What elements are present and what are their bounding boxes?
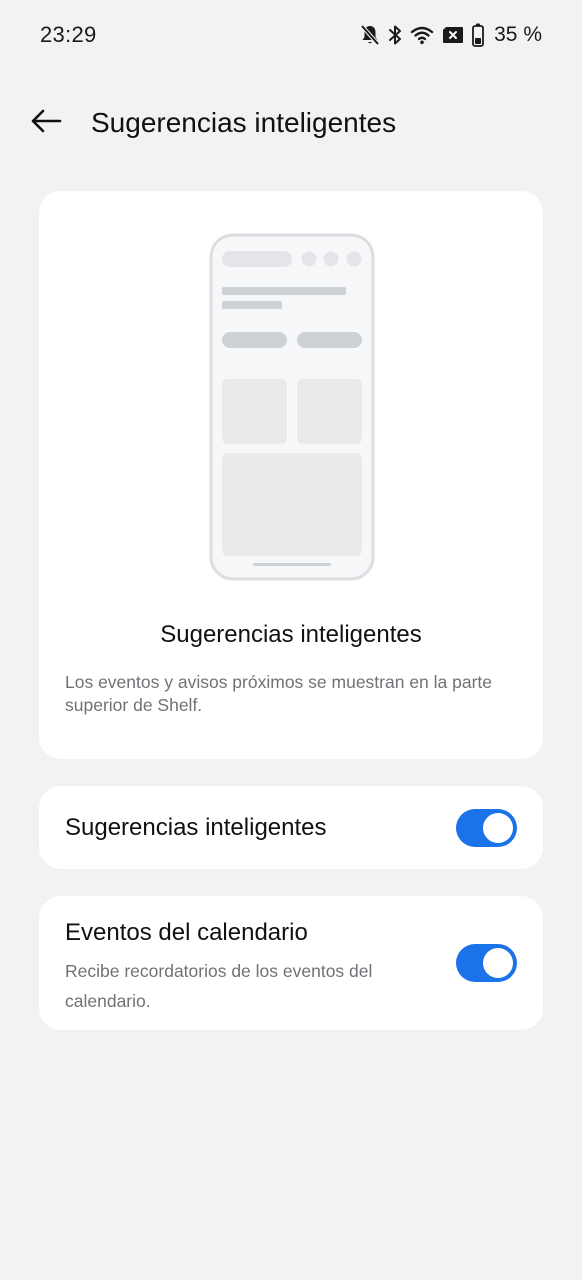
battery-icon xyxy=(472,23,485,47)
bluetooth-icon xyxy=(388,24,402,46)
calendar-events-description: Recibe recordatorios de los eventos del … xyxy=(65,961,373,1011)
hero-card: Sugerencias inteligentes Los eventos y a… xyxy=(39,191,543,759)
smart-suggestions-label: Sugerencias inteligentes xyxy=(65,814,327,841)
status-bar: 23:29 35 % xyxy=(0,0,582,70)
toggle-knob xyxy=(483,813,513,843)
smart-suggestions-toggle[interactable] xyxy=(456,809,517,847)
back-button[interactable] xyxy=(26,105,66,141)
page-title: Sugerencias inteligentes xyxy=(91,107,397,138)
hero-title: Sugerencias inteligentes xyxy=(160,621,422,648)
phone-layout-illustration xyxy=(209,233,375,586)
arrow-left-icon xyxy=(30,109,62,138)
status-time: 23:29 xyxy=(40,22,97,47)
status-icons: 35 % xyxy=(360,22,542,48)
toggle-knob xyxy=(483,948,513,978)
calendar-events-toggle[interactable] xyxy=(456,944,517,982)
smart-suggestions-row[interactable]: Sugerencias inteligentes xyxy=(39,786,543,869)
mute-bell-icon xyxy=(360,24,380,46)
battery-percent: 35 % xyxy=(494,23,542,46)
calendar-events-row[interactable]: Eventos del calendario Recibe recordator… xyxy=(39,896,543,1030)
wifi-icon xyxy=(410,25,434,45)
sim-disabled-icon xyxy=(442,26,464,44)
app-bar: Sugerencias inteligentes xyxy=(0,95,582,151)
hero-description: Los eventos y avisos próximos se muestra… xyxy=(65,672,493,715)
calendar-events-label: Eventos del calendario xyxy=(65,919,308,946)
